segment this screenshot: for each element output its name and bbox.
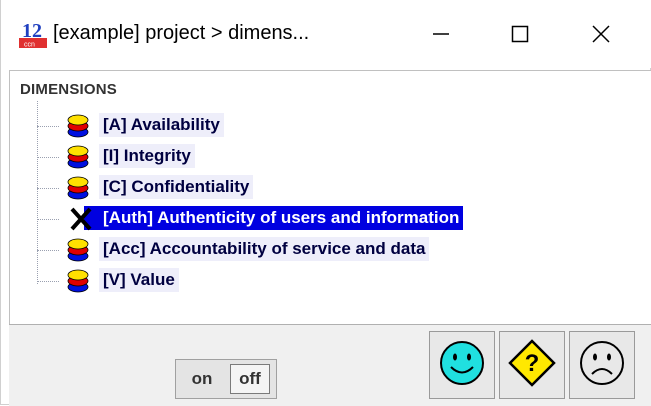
maximize-button[interactable] — [480, 10, 560, 58]
on-off-toggle-group: on off — [175, 359, 277, 399]
tree-branch — [37, 126, 59, 127]
tree-item-availability[interactable]: [A] Availability — [37, 111, 637, 139]
tree-item-confidentiality[interactable]: [C] Confidentiality — [37, 173, 637, 201]
layers-icon — [67, 238, 89, 262]
tree-item-label: [Acc] Accountability of service and data — [99, 237, 430, 261]
tree-item-label: [I] Integrity — [99, 144, 195, 168]
tree-root-label[interactable]: DIMENSIONS — [20, 81, 117, 98]
window-title: [example] project > dimens... — [53, 22, 310, 44]
sad-face-button[interactable] — [569, 331, 635, 399]
question-warning-icon: ? — [507, 338, 557, 392]
tree-item-authenticity[interactable]: [Auth] Authenticity of users and informa… — [37, 204, 637, 232]
tree-item-label: [V] Value — [99, 268, 179, 292]
tree-item-label: [A] Availability — [99, 113, 224, 137]
close-icon — [591, 24, 611, 44]
sad-face-icon — [577, 338, 627, 392]
tree-branch — [37, 250, 59, 251]
maximize-icon — [510, 24, 530, 44]
dimensions-tree[interactable]: DIMENSIONS [A] Availability [I] Integrit… — [9, 70, 651, 325]
happy-face-icon — [437, 338, 487, 392]
app-window: 12 ccn [example] project > dimens... DIM… — [0, 0, 651, 406]
layers-icon — [67, 176, 89, 200]
minimize-button[interactable] — [401, 10, 481, 58]
tree-branch — [37, 219, 59, 220]
happy-face-button[interactable] — [429, 331, 495, 399]
svg-text:?: ? — [525, 350, 540, 377]
tree-item-label: [Auth] Authenticity of users and informa… — [84, 206, 464, 230]
svg-text:12: 12 — [22, 20, 42, 42]
minimize-icon — [431, 24, 451, 44]
on-button[interactable]: on — [182, 364, 222, 394]
title-bar[interactable]: 12 ccn [example] project > dimens... — [1, 0, 651, 68]
bottom-toolbar: on off ? — [9, 324, 651, 406]
tree-branch — [37, 188, 59, 189]
tree-branch — [37, 281, 59, 282]
tree-branch — [37, 157, 59, 158]
layers-icon — [67, 145, 89, 169]
tree-item-accountability[interactable]: [Acc] Accountability of service and data — [37, 235, 637, 263]
svg-text:ccn: ccn — [24, 42, 35, 49]
tree-item-value[interactable]: [V] Value — [37, 266, 637, 294]
pilar-app-icon: 12 ccn — [19, 18, 47, 49]
tree-item-label: [C] Confidentiality — [99, 175, 254, 199]
layers-icon — [67, 114, 89, 138]
off-button[interactable]: off — [230, 364, 270, 394]
cross-icon — [70, 207, 92, 231]
layers-icon — [67, 269, 89, 293]
tree-item-integrity[interactable]: [I] Integrity — [37, 142, 637, 170]
close-button[interactable] — [561, 10, 641, 58]
question-warning-button[interactable]: ? — [499, 331, 565, 399]
